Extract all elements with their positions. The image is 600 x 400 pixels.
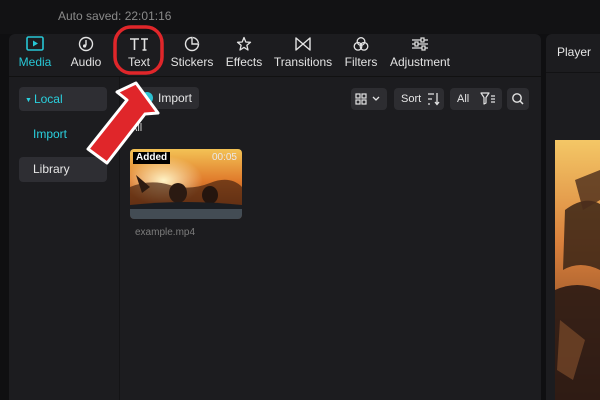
search-button[interactable] [507, 88, 529, 110]
tab-audio-label: Audio [70, 55, 102, 69]
text-icon [130, 38, 148, 51]
sort-icon [428, 93, 440, 106]
tab-transitions-label: Transitions [273, 55, 333, 69]
tab-filters-label: Filters [344, 55, 378, 69]
media-icon [26, 36, 44, 51]
caret-down-icon: ▼ [25, 97, 32, 104]
autosave-status: Auto saved: 22:01:16 [58, 9, 172, 23]
search-icon [512, 93, 524, 105]
filter-button-label: All [457, 93, 470, 105]
player-preview[interactable] [555, 140, 600, 400]
tab-effects-label: Effects [225, 55, 263, 69]
tab-transitions[interactable]: Transitions [271, 36, 335, 74]
filter-icon [480, 92, 495, 105]
grid-view-icon [355, 93, 380, 105]
tab-media[interactable]: Media [13, 36, 57, 74]
added-badge: Added [133, 152, 171, 164]
tab-media-label: Media [18, 55, 52, 69]
transitions-icon [295, 37, 311, 51]
title-bar: Auto saved: 22:01:16 [0, 0, 600, 34]
tab-stickers[interactable]: Stickers [169, 36, 215, 74]
sidebar-item-local[interactable]: ▼ Local [19, 87, 107, 111]
effects-icon [236, 36, 252, 51]
tab-text[interactable]: Text [121, 36, 157, 74]
tab-text-label: Text [127, 55, 150, 69]
audio-icon [78, 36, 94, 52]
media-sidebar: ▼ Local Import Library [9, 77, 120, 400]
tab-adjustment-label: Adjustment [389, 55, 451, 69]
media-thumbnail[interactable]: Added 00:05 [130, 149, 242, 219]
sort-button[interactable]: Sort [394, 88, 444, 110]
player-divider [546, 72, 600, 73]
media-panel: Media Audio Text Stickers Effects Transi… [9, 34, 541, 400]
clip-duration: 00:05 [211, 152, 237, 163]
stickers-icon [184, 36, 200, 52]
sidebar-item-local-label: Local [33, 92, 63, 106]
clip-filename: example.mp4 [135, 227, 196, 238]
tab-audio[interactable]: Audio [63, 36, 109, 74]
view-mode-button[interactable] [351, 88, 387, 110]
sidebar-item-import[interactable]: Import [33, 127, 67, 141]
sidebar-item-library[interactable]: Library [19, 157, 107, 182]
filter-button[interactable]: All [450, 88, 502, 110]
tab-stickers-label: Stickers [170, 55, 214, 69]
import-plus-icon [141, 92, 153, 104]
filters-icon [353, 37, 369, 51]
section-label-all: All [130, 122, 143, 134]
tab-adjustment[interactable]: Adjustment [389, 36, 451, 74]
player-preview-image [555, 140, 600, 400]
sort-button-label: Sort [401, 93, 422, 105]
player-title: Player [557, 45, 592, 59]
import-button-label: Import [158, 91, 193, 105]
tab-filters[interactable]: Filters [342, 36, 380, 74]
adjustment-icon [412, 37, 428, 51]
import-button[interactable]: Import [137, 87, 199, 109]
tab-effects[interactable]: Effects [222, 36, 266, 74]
category-tabs: Media Audio Text Stickers Effects Transi… [9, 34, 541, 77]
player-panel: Player [546, 34, 600, 400]
